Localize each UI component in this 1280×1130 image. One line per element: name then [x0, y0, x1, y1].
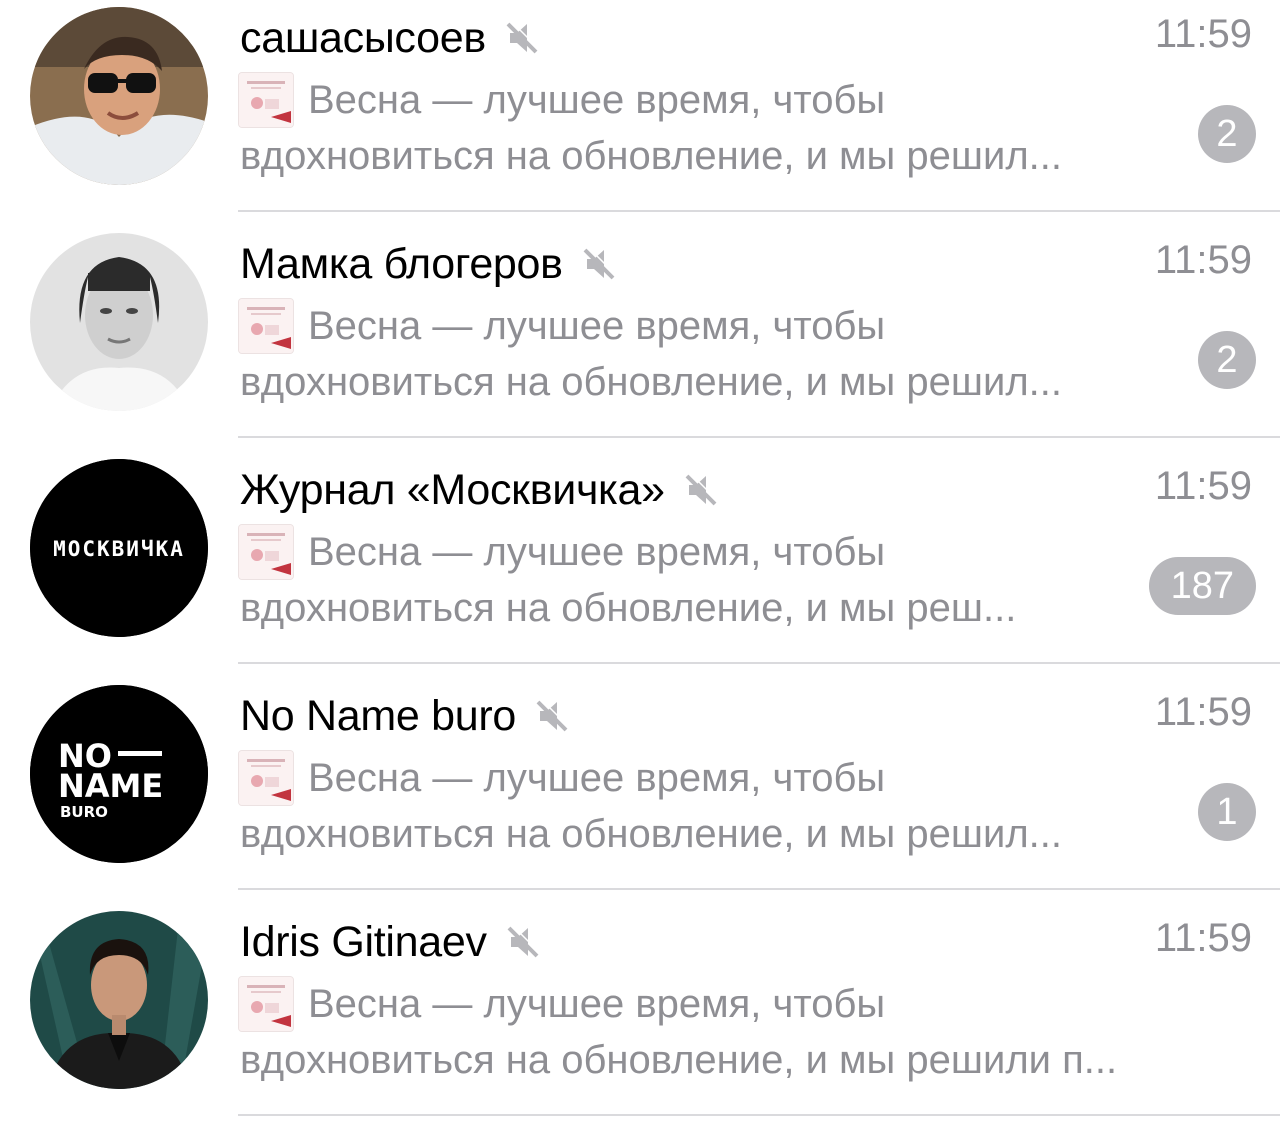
chat-time: 11:59: [1154, 238, 1252, 282]
chat-row-no-name-buro[interactable]: NO NAME BURO No Name buro 11:59 Весна — …: [0, 678, 1280, 904]
preview-line-1: Весна — лучшее время, чтобы: [308, 530, 886, 574]
separator: [238, 1114, 1280, 1116]
chat-name: Журнал «Москвичка»: [240, 465, 665, 514]
message-preview: Весна — лучшее время, чтобы вдохновиться…: [240, 976, 1250, 1088]
logo-text-name: NAME: [58, 767, 163, 805]
chat-time: 11:59: [1154, 690, 1252, 734]
message-preview: Весна — лучшее время, чтобы вдохновиться…: [240, 72, 1250, 184]
chat-list: сашасысоев 11:59 Весна — лучшее время, ч…: [0, 0, 1280, 1124]
message-preview: Весна — лучшее время, чтобы вдохновиться…: [240, 298, 1250, 410]
muted-speaker-icon: [579, 244, 619, 284]
chat-time: 11:59: [1154, 916, 1252, 960]
preview-line-2: вдохновиться на обновление, и мы решили …: [240, 1038, 1118, 1082]
preview-line-2: вдохновиться на обновление, и мы решил..…: [240, 360, 1062, 404]
muted-speaker-icon: [503, 922, 543, 962]
chat-row-mamka-blogerov[interactable]: Мамка блогеров 11:59 Весна — лучшее врем…: [0, 226, 1280, 452]
chat-time: 11:59: [1154, 12, 1252, 56]
separator: [238, 888, 1280, 890]
preview-line-2: вдохновиться на обновление, и мы решил..…: [240, 134, 1062, 178]
separator: [238, 662, 1280, 664]
muted-speaker-icon: [681, 470, 721, 510]
unread-badge: 2: [1198, 105, 1256, 163]
chat-name: Idris Gitinaev: [240, 917, 487, 966]
chat-title-line: сашасысоев: [240, 10, 542, 66]
chat-row-moskvichka[interactable]: МОСКВИЧКА Журнал «Москвичка» 11:59 Весна…: [0, 452, 1280, 678]
message-preview: Весна — лучшее время, чтобы вдохновиться…: [240, 524, 1250, 636]
preview-line-1: Весна — лучшее время, чтобы: [308, 982, 886, 1026]
logo-text: МОСКВИЧКА: [53, 537, 185, 561]
unread-badge: 2: [1198, 331, 1256, 389]
avatar: [30, 911, 208, 1089]
separator: [238, 436, 1280, 438]
unread-badge: 1: [1198, 783, 1256, 841]
preview-line-1: Весна — лучшее время, чтобы: [308, 304, 886, 348]
avatar: NO NAME BURO: [30, 685, 208, 863]
avatar: [30, 233, 208, 411]
chat-title-line: Журнал «Москвичка»: [240, 462, 721, 518]
avatar: [30, 7, 208, 185]
muted-speaker-icon: [502, 18, 542, 58]
unread-badge: 187: [1148, 557, 1256, 615]
chat-title-line: Idris Gitinaev: [240, 914, 543, 970]
preview-line-2: вдохновиться на обновление, и мы решил..…: [240, 812, 1062, 856]
avatar: МОСКВИЧКА: [30, 459, 208, 637]
chat-row-idris-gitinaev[interactable]: Idris Gitinaev 11:59 Весна — лучшее врем…: [0, 904, 1280, 1130]
chat-name: No Name buro: [240, 691, 517, 740]
chat-title-line: Мамка блогеров: [240, 236, 619, 292]
chat-row-sashasysoev[interactable]: сашасысоев 11:59 Весна — лучшее время, ч…: [0, 0, 1280, 226]
logo-text-buro: BURO: [60, 803, 108, 821]
message-preview: Весна — лучшее время, чтобы вдохновиться…: [240, 750, 1250, 862]
chat-time: 11:59: [1154, 464, 1252, 508]
chat-name: сашасысоев: [240, 13, 486, 62]
muted-speaker-icon: [532, 696, 572, 736]
chat-name: Мамка блогеров: [240, 239, 563, 288]
chat-title-line: No Name buro: [240, 688, 572, 744]
preview-line-2: вдохновиться на обновление, и мы реш...: [240, 586, 1017, 630]
separator: [238, 210, 1280, 212]
preview-line-1: Весна — лучшее время, чтобы: [308, 78, 886, 122]
preview-line-1: Весна — лучшее время, чтобы: [308, 756, 886, 800]
